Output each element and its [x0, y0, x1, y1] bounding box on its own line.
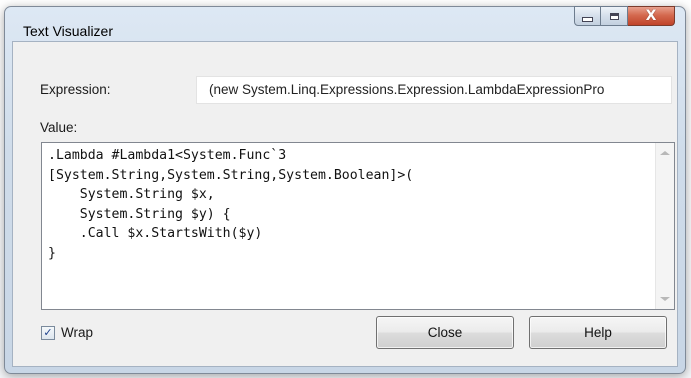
minimize-button[interactable]	[574, 6, 601, 26]
scroll-up-icon[interactable]	[660, 151, 670, 155]
help-button[interactable]: Help	[529, 316, 667, 349]
window-title: Text Visualizer	[23, 23, 114, 39]
close-icon: X	[645, 8, 657, 24]
close-window-button[interactable]: X	[628, 6, 675, 26]
text-visualizer-dialog: Text Visualizer X Expression: (new Syste…	[4, 6, 686, 374]
dialog-client-area: Expression: (new System.Linq.Expressions…	[12, 41, 678, 367]
maximize-button[interactable]	[601, 6, 628, 26]
wrap-label[interactable]: Wrap	[61, 325, 93, 340]
value-text[interactable]: .Lambda #Lambda1<System.Func`3 [System.S…	[48, 146, 648, 263]
value-label: Value:	[40, 120, 78, 135]
maximize-icon	[609, 12, 619, 20]
checkmark-icon: ✓	[43, 326, 53, 339]
title-bar[interactable]: Text Visualizer X	[5, 6, 685, 41]
expression-label: Expression:	[40, 82, 111, 97]
wrap-checkbox-row[interactable]: ✓ Wrap	[41, 325, 93, 340]
vertical-scrollbar[interactable]	[655, 143, 674, 309]
minimize-icon	[582, 16, 593, 22]
value-textarea[interactable]: .Lambda #Lambda1<System.Func`3 [System.S…	[41, 142, 675, 310]
close-button[interactable]: Close	[376, 316, 514, 349]
caption-buttons: X	[574, 6, 675, 26]
expression-field[interactable]: (new System.Linq.Expressions.Expression.…	[196, 76, 672, 104]
wrap-checkbox[interactable]: ✓	[41, 325, 55, 340]
scroll-down-icon[interactable]	[660, 297, 670, 301]
